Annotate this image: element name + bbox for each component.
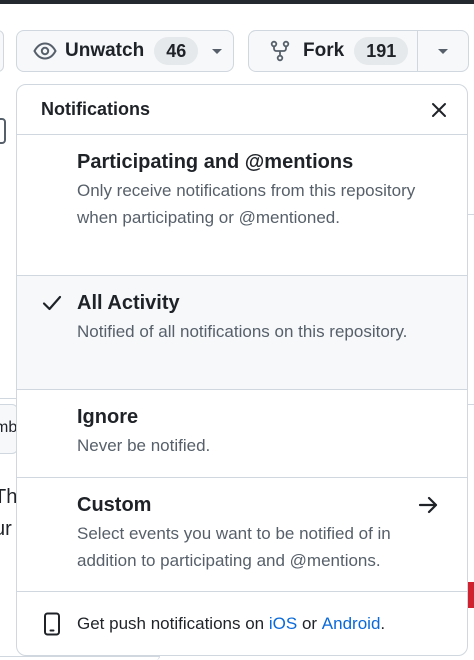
repo-forked-icon xyxy=(269,40,291,62)
option-title: Custom xyxy=(77,494,152,516)
fork-options-button[interactable] xyxy=(417,30,469,72)
option-title: All Activity xyxy=(77,292,180,314)
fork-button[interactable]: Fork 191 xyxy=(248,30,418,72)
option-ignore[interactable]: Ignore Never be notified. xyxy=(17,390,467,478)
android-link[interactable]: Android xyxy=(322,614,381,634)
triangle-down-icon xyxy=(210,44,224,58)
option-custom[interactable]: Custom Select events you want to be noti… xyxy=(17,478,467,592)
option-description: Never be notified. xyxy=(77,436,211,455)
footer-text: Get push notifications on xyxy=(77,614,265,633)
option-all-activity[interactable]: All Activity Notified of all notificatio… xyxy=(17,276,467,390)
background-card-edge xyxy=(0,656,160,660)
check-icon xyxy=(41,292,63,314)
unwatch-label: Unwatch xyxy=(65,40,145,61)
watchers-count: 46 xyxy=(154,37,199,65)
arrow-right-icon xyxy=(417,494,439,516)
option-title: Ignore xyxy=(77,406,139,428)
option-description: Notified of all notifications on this re… xyxy=(77,322,408,341)
notifications-popover: Notifications Participating and @mention… xyxy=(16,84,468,656)
forks-count: 191 xyxy=(354,37,409,65)
background-chip-text: mb xyxy=(0,419,18,436)
unwatch-button[interactable]: Unwatch 46 xyxy=(16,30,234,72)
x-icon[interactable] xyxy=(427,98,451,122)
device-mobile-icon xyxy=(43,612,61,636)
triangle-down-icon xyxy=(436,44,450,58)
background-button-fragment xyxy=(0,30,4,72)
footer-suffix: . xyxy=(380,614,386,633)
top-bar xyxy=(0,0,474,4)
background-text-fragment: ur xyxy=(0,518,12,540)
fork-label: Fork xyxy=(303,40,345,61)
ios-link[interactable]: iOS xyxy=(269,614,297,634)
popover-footer: Get push notifications on iOS or Android… xyxy=(17,592,467,655)
option-description: Select events you want to be notified of… xyxy=(77,524,391,570)
background-icon-fragment xyxy=(0,118,6,144)
option-participating-and-mentions[interactable]: Participating and @mentions Only receive… xyxy=(17,135,467,276)
popover-header: Notifications xyxy=(17,85,467,135)
option-title: Participating and @mentions xyxy=(77,151,354,173)
option-description: Only receive notifications from this rep… xyxy=(77,181,416,227)
background-text-fragment: Th xyxy=(0,486,18,508)
popover-title: Notifications xyxy=(41,99,151,119)
footer-joiner: or xyxy=(301,614,318,633)
background-divider xyxy=(0,398,16,399)
eye-icon xyxy=(33,39,57,63)
